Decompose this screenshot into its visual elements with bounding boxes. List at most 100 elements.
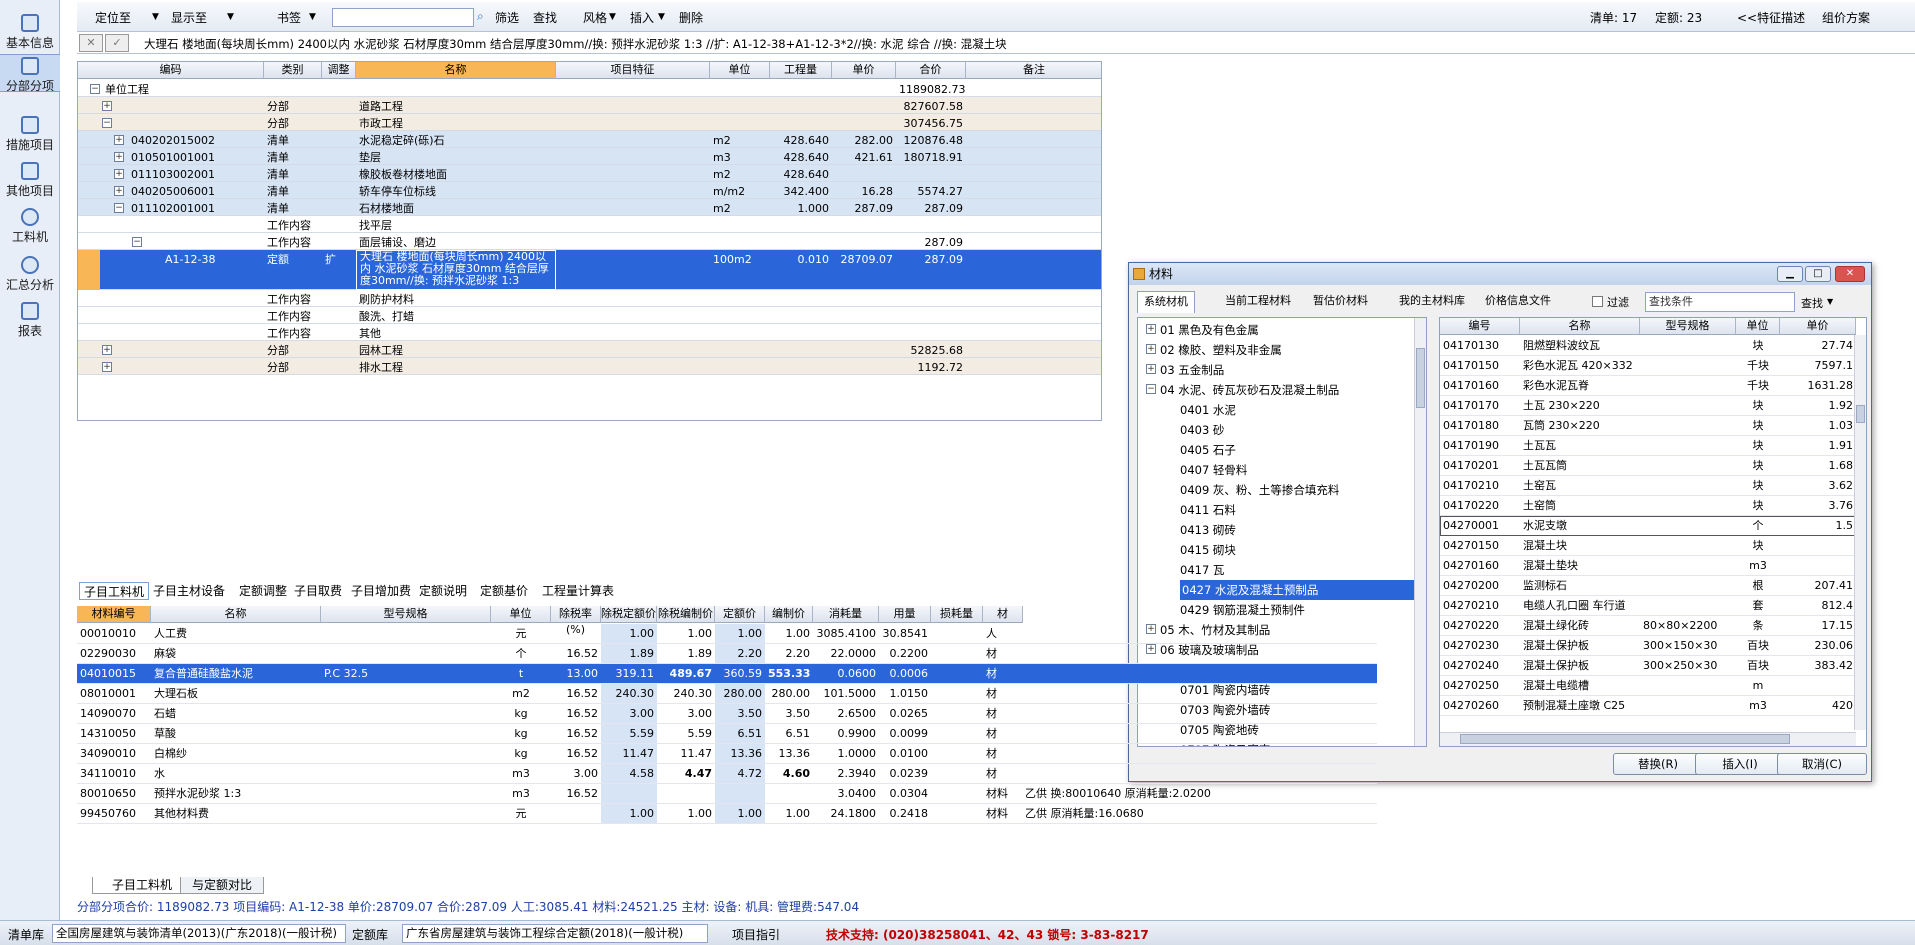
col-header[interactable]: 型号规格 xyxy=(321,606,491,623)
tab-provisional-materials[interactable]: 暂估价材料 xyxy=(1307,291,1374,313)
expand-icon[interactable]: − xyxy=(102,118,112,128)
table-row[interactable]: +040205006001 清单 轿车停车位标线 m/m2 342.400 16.28 55… xyxy=(78,182,1101,199)
tab-my-materials[interactable]: 我的主材料库 xyxy=(1393,291,1471,313)
delete-button[interactable]: 删除 xyxy=(679,9,703,26)
tree-node[interactable]: 04 水泥、砖瓦灰砂石及混凝土制品 xyxy=(1160,380,1426,400)
filter-checkbox[interactable] xyxy=(1592,296,1603,307)
tab-item-fees[interactable]: 子目取费 xyxy=(290,582,346,600)
table-row[interactable]: 04270250 混凝土电缆槽 m xyxy=(1440,676,1866,696)
tab-item-main-equipment[interactable]: 子目主材设备 xyxy=(149,582,229,600)
table-row[interactable]: 04170201 土瓦瓦筒 块 1.68 xyxy=(1440,456,1866,476)
col-unit[interactable]: 单位 xyxy=(1736,318,1780,335)
table-row[interactable]: 34090010 白棉纱 kg 16.52 11.47 11.47 13.36 13.36 1.… xyxy=(77,744,1377,764)
tree-node[interactable]: 0403 砂 xyxy=(1180,420,1426,440)
table-row[interactable]: 04170180 瓦筒 230×220 块 1.03 xyxy=(1440,416,1866,436)
tree-node[interactable]: 0417 瓦 xyxy=(1180,560,1426,580)
tab-price-info[interactable]: 价格信息文件 xyxy=(1479,291,1557,313)
table-row[interactable]: 04170190 土瓦瓦 块 1.91 xyxy=(1440,436,1866,456)
sidebar-item-reports[interactable]: 报表 xyxy=(0,302,60,339)
table-row[interactable]: 04270240 混凝土保护板 300×250×30 百块 383.42 xyxy=(1440,656,1866,676)
table-row[interactable]: 04270160 混凝土垫块 m3 xyxy=(1440,556,1866,576)
col-adjust[interactable]: 调整 xyxy=(322,62,356,79)
col-type[interactable]: 类别 xyxy=(264,62,322,79)
col-total[interactable]: 合价 xyxy=(896,62,966,79)
tree-node[interactable]: 0407 轻骨料 xyxy=(1180,460,1426,480)
table-row[interactable]: 工作内容 酸洗、打蜡 xyxy=(78,307,1101,324)
minimize-icon[interactable]: ▁ xyxy=(1777,266,1803,282)
search-input[interactable] xyxy=(332,8,474,27)
tree-node[interactable]: 0411 石料 xyxy=(1180,500,1426,520)
tab-current-materials[interactable]: 当前工程材料 xyxy=(1219,291,1297,313)
table-row[interactable]: +011103002001 清单 橡胶板卷材楼地面 m2 428.640 xyxy=(78,165,1101,182)
insert-menu[interactable]: 插入 xyxy=(630,9,654,26)
tab-system-materials[interactable]: 系统材机 xyxy=(1137,291,1195,313)
feature-toggle[interactable]: <<特征描述 xyxy=(1737,9,1805,26)
table-row[interactable]: 04270220 混凝土绿化砖 80×80×2200 条 17.15 xyxy=(1440,616,1866,636)
tab-quota-base-price[interactable]: 定额基价 xyxy=(476,582,532,600)
table-row[interactable]: 工作内容 找平层 xyxy=(78,216,1101,233)
expand-icon[interactable]: + xyxy=(1146,344,1156,354)
find-button[interactable]: 查找 xyxy=(533,9,557,26)
col-header[interactable]: 材料编号 xyxy=(77,606,151,623)
locate-menu[interactable]: 定位至 xyxy=(95,9,131,26)
tree-node[interactable]: 0415 砌块 xyxy=(1180,540,1426,560)
tab-item-materials-lower[interactable]: 子目工料机 xyxy=(92,877,192,894)
col-header[interactable]: 单位 xyxy=(491,606,551,623)
tab-item-materials[interactable]: 子目工料机 xyxy=(79,582,150,600)
expand-icon[interactable]: − xyxy=(132,237,142,247)
table-row[interactable]: 04270001 水泥支墩 个 1.5 xyxy=(1440,516,1866,536)
find-button[interactable]: 查找 xyxy=(1801,295,1823,311)
search-icon[interactable]: ⌕ xyxy=(477,9,484,24)
tree-node[interactable]: 0409 灰、粉、土等掺合填充料 xyxy=(1180,480,1426,500)
expand-icon[interactable]: + xyxy=(114,169,124,179)
list-lib-select[interactable]: 全国房屋建筑与装饰清单(2013)(广东2018)(一般计税) xyxy=(52,924,346,943)
col-price[interactable]: 单价 xyxy=(1780,318,1856,335)
col-header[interactable]: 除税编制价 xyxy=(657,606,715,623)
maximize-icon[interactable]: □ xyxy=(1805,266,1831,282)
table-row[interactable]: 04270260 预制混凝土座墩 C25 m3 420 xyxy=(1440,696,1866,716)
table-row[interactable]: + 分部 排水工程 1192.72 xyxy=(78,358,1101,375)
tree-node[interactable]: 0413 砌砖 xyxy=(1180,520,1426,540)
table-row[interactable]: 工作内容 刷防护材料 xyxy=(78,290,1101,307)
table-row[interactable]: − 分部 市政工程 307456.75 xyxy=(78,114,1101,131)
sidebar-item-materials[interactable]: 工料机 xyxy=(0,208,60,245)
expand-icon[interactable]: − xyxy=(1146,384,1156,394)
table-row[interactable]: 工作内容 其他 xyxy=(78,324,1101,341)
col-price[interactable]: 单价 xyxy=(832,62,896,79)
col-code[interactable]: 编号 xyxy=(1440,318,1520,335)
table-row[interactable]: 00010010 人工费元 1.00 1.00 1.00 1.00 3085.4100 30.… xyxy=(77,624,1377,644)
expand-icon[interactable]: + xyxy=(102,101,112,111)
bookmark-menu[interactable]: 书签 xyxy=(277,9,301,26)
tree-node[interactable]: 0401 水泥 xyxy=(1180,400,1426,420)
table-row[interactable]: 04270230 混凝土保护板 300×150×30 百块 230.06 xyxy=(1440,636,1866,656)
expand-icon[interactable]: + xyxy=(114,186,124,196)
close-icon[interactable]: ✕ xyxy=(79,34,103,52)
table-row[interactable]: 04270150 混凝土块 块 xyxy=(1440,536,1866,556)
col-header[interactable]: 用量 xyxy=(879,606,931,623)
col-unit[interactable]: 单位 xyxy=(710,62,770,79)
table-row[interactable]: 04170130 阻燃塑料波纹瓦 块 27.74 xyxy=(1440,336,1866,356)
sidebar-item-summary[interactable]: 汇总分析 xyxy=(0,256,60,293)
style-menu[interactable]: 风格 xyxy=(583,9,607,26)
col-header[interactable]: 材 xyxy=(983,606,1023,623)
tab-item-extra-fees[interactable]: 子目增加费 xyxy=(347,582,415,600)
col-header[interactable]: 除税定额价 xyxy=(601,606,657,623)
filter-button[interactable]: 筛选 xyxy=(495,9,519,26)
sidebar-item-measures[interactable]: 措施项目 xyxy=(0,116,60,153)
scrollbar[interactable] xyxy=(1440,732,1856,746)
col-header[interactable]: 编制价 xyxy=(765,606,813,623)
tree-node[interactable]: 01 黑色及有色金属 xyxy=(1160,320,1426,340)
expand-icon[interactable]: + xyxy=(114,152,124,162)
tab-quota-adjust[interactable]: 定额调整 xyxy=(235,582,291,600)
tree-node[interactable]: 03 五金制品 xyxy=(1160,360,1426,380)
insert-button[interactable]: 插入(I) xyxy=(1695,753,1785,775)
tree-node[interactable]: 02 橡胶、塑料及非金属 xyxy=(1160,340,1426,360)
col-header[interactable]: 名称 xyxy=(151,606,321,623)
group-scheme-menu[interactable]: 组价方案 xyxy=(1822,9,1870,26)
sidebar-item-basic-info[interactable]: 基本信息 xyxy=(0,14,60,51)
table-row[interactable]: − 单位工程 1189082.73 xyxy=(78,80,1101,97)
quota-lib-select[interactable]: 广东省房屋建筑与装饰工程综合定额(2018)(一般计税) xyxy=(402,924,708,943)
table-row[interactable]: 02290030 麻袋个 16.52 1.89 1.89 2.20 2.20 22.0000 0… xyxy=(77,644,1377,664)
scrollbar[interactable] xyxy=(1854,335,1866,730)
tab-quota-desc[interactable]: 定额说明 xyxy=(415,582,471,600)
